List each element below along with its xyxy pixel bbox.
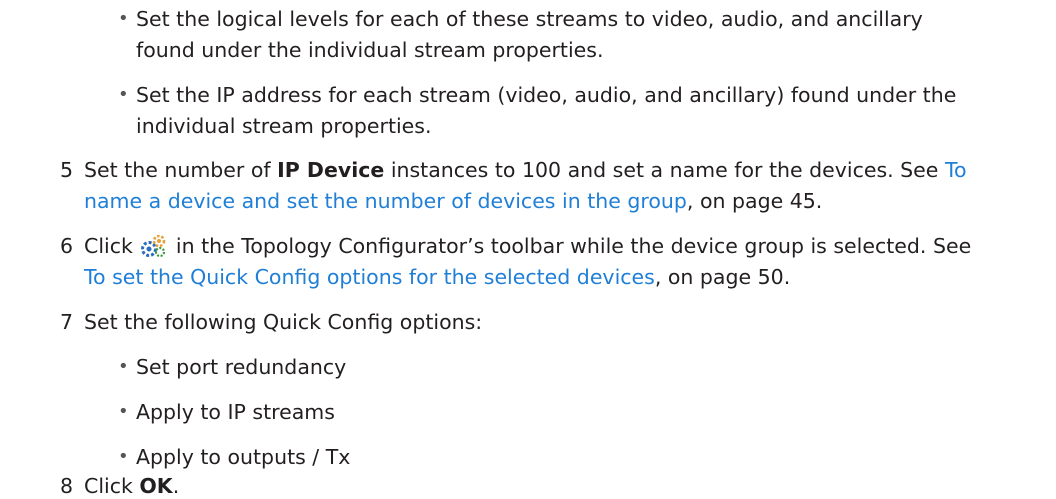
ip-device-term: IP Device xyxy=(277,158,385,182)
step-6-post: , on page 50. xyxy=(654,265,791,289)
bullet-marker: • xyxy=(118,84,129,105)
step-5-post: , on page 45. xyxy=(686,189,823,213)
step-6-text: Click in the Topology Configurator’s too… xyxy=(84,233,971,259)
ok-term: OK xyxy=(139,474,173,498)
step-number: 7 xyxy=(60,310,74,334)
step-6-text-cont: To set the Quick Config options for the … xyxy=(84,264,790,290)
step-7-text: Set the following Quick Config options: xyxy=(84,310,483,334)
bullet-text: individual stream properties. xyxy=(136,114,432,138)
step-number: 8 xyxy=(60,474,74,498)
bullet-marker: • xyxy=(118,401,129,422)
option-item: Apply to IP streams xyxy=(136,400,335,424)
name-device-link-cont[interactable]: name a device and set the number of devi… xyxy=(84,189,687,213)
step-8-post: . xyxy=(172,474,180,498)
bullet-marker: • xyxy=(118,8,129,29)
option-item: Apply to outputs / Tx xyxy=(136,445,351,469)
step-number: 6 xyxy=(60,234,74,258)
step-5-text-cont: name a device and set the number of devi… xyxy=(84,188,822,214)
bullet-text: found under the individual stream proper… xyxy=(136,38,604,62)
quick-config-gears-icon xyxy=(141,233,167,259)
bullet-text: Set the logical levels for each of these… xyxy=(136,7,923,31)
option-item: Set port redundancy xyxy=(136,355,347,379)
name-device-link[interactable]: To xyxy=(945,158,967,182)
step-5-pre: Set the number of xyxy=(84,158,278,182)
quick-config-link[interactable]: To set the Quick Config options for the … xyxy=(84,265,655,289)
bullet-marker: • xyxy=(118,446,129,467)
step-5-mid: instances to 100 and set a name for the … xyxy=(384,158,945,182)
step-8-text: Click OK. xyxy=(84,473,179,499)
step-6-mid: in the Topology Configurator’s toolbar w… xyxy=(175,234,972,258)
step-8-pre: Click xyxy=(84,474,140,498)
bullet-marker: • xyxy=(118,356,129,377)
bullet-text: Set the IP address for each stream (vide… xyxy=(136,83,957,107)
step-6-pre: Click xyxy=(84,234,133,258)
step-5-text: Set the number of IP Device instances to… xyxy=(84,157,967,183)
step-number: 5 xyxy=(60,158,74,182)
